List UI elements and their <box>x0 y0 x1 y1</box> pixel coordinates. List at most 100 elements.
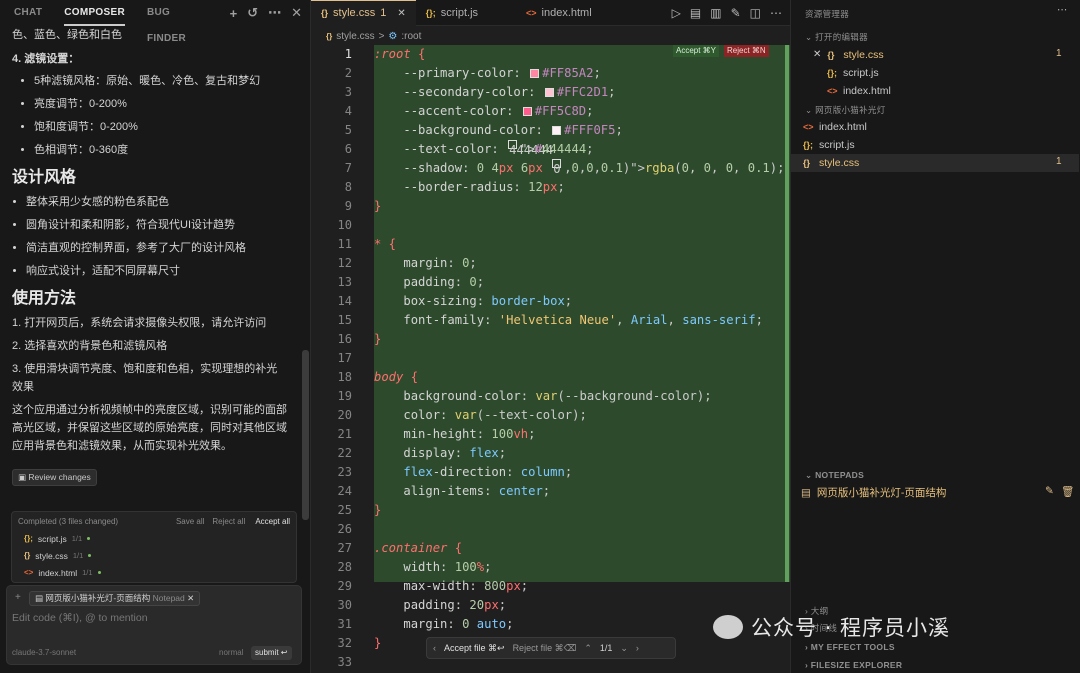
submit-button[interactable]: submit ↩ <box>251 646 292 660</box>
css-file-icon: {} <box>321 8 329 18</box>
more-icon[interactable]: ⋯ <box>1057 4 1068 16</box>
problem-count: 1 <box>380 7 387 19</box>
js-file-icon: {}; <box>827 68 838 78</box>
review-changes-button[interactable]: ▣ Review changes <box>12 469 97 486</box>
breadcrumb-file[interactable]: style.css <box>336 31 374 42</box>
review-changes-label: Review changes <box>28 472 91 482</box>
css-file-icon: {} <box>827 50 835 60</box>
preview-icon[interactable]: ▥ <box>710 6 721 20</box>
js-file-icon: {}; <box>803 140 814 150</box>
filesize-explorer-header[interactable]: › FILESIZE EXPLORER <box>805 660 902 670</box>
accept-all-button[interactable]: Accept all <box>255 517 290 526</box>
history-icon[interactable]: ↺ <box>247 5 258 21</box>
section-label: NOTEPADS <box>815 470 865 480</box>
input-placeholder[interactable]: Edit code (⌘I), @ to mention <box>12 612 148 624</box>
mode-selector[interactable]: normal <box>219 648 243 657</box>
tab-composer[interactable]: COMPOSER <box>64 0 125 26</box>
pager: 1/1 <box>599 643 613 653</box>
project-header[interactable]: ⌄ 网页版小猫补光灯 <box>805 104 886 116</box>
panel-tabs: CHAT COMPOSER BUG FINDER + ↺ ⋯ ✕ <box>0 0 310 44</box>
tab-index-html[interactable]: <> index.html <box>516 0 602 26</box>
open-editors-header[interactable]: ⌄ 打开的编辑器 <box>805 31 868 43</box>
tab-style-css[interactable]: {} style.css 1 ✕ <box>311 0 416 26</box>
run-icon[interactable]: ▷ <box>672 6 681 20</box>
file-name: script.js <box>843 67 879 79</box>
js-file-icon: {}; <box>425 7 436 18</box>
section-label: 打开的编辑器 <box>815 32 868 42</box>
open-editor-item[interactable]: <> index.html <box>827 82 891 100</box>
effect-tools-header[interactable]: › MY EFFECT TOOLS <box>805 642 895 652</box>
save-all-button[interactable]: Save all <box>176 517 204 526</box>
model-selector[interactable]: claude-3.7-sonnet <box>12 648 76 657</box>
file-tree-item[interactable]: <> index.html <box>803 118 867 136</box>
file-name: index.html <box>819 121 867 133</box>
css-file-icon: {} <box>326 31 333 41</box>
open-editor-item[interactable]: {}; script.js <box>827 64 879 82</box>
watermark: 公众号 · 程序员小溪 <box>713 612 950 642</box>
change-count: 1/1 <box>82 568 93 577</box>
edit-icon[interactable]: ✎ <box>731 6 741 20</box>
html-file-icon: <> <box>24 568 34 577</box>
chevron-down-icon[interactable]: ⌄ <box>620 643 628 654</box>
composer-input[interactable]: + ▤ 网页版小猫补光灯-页面结构 Notepad ✕ Edit code (⌘… <box>6 585 302 665</box>
add-context-icon[interactable]: + <box>15 592 21 603</box>
changed-file-row[interactable]: <> index.html 1/1 <box>12 564 296 581</box>
file-tree-item-selected[interactable]: {} style.css <box>791 154 1079 172</box>
changed-file-row[interactable]: {} style.css 1/1 <box>12 547 296 564</box>
file-tree-item[interactable]: {}; script.js <box>803 136 855 154</box>
tab-bug-finder[interactable]: BUG FINDER <box>147 0 208 44</box>
layout-icon[interactable]: ▤ <box>690 6 701 20</box>
design-heading: 设计风格 <box>12 169 77 186</box>
editor-tabs: {} style.css 1 ✕ {}; script.js <> index.… <box>311 0 790 26</box>
tab-label: script.js <box>440 6 479 19</box>
list-item: 响应式设计，适配不同屏幕尺寸 <box>26 262 288 280</box>
chip-type: Notepad <box>152 593 185 603</box>
section-label: FILESIZE EXPLORER <box>810 660 903 670</box>
html-file-icon: <> <box>526 7 537 18</box>
breadcrumb: {} style.css > ⚙ :root <box>311 26 790 46</box>
changes-summary: Completed (3 files changed) Save all Rej… <box>11 511 297 583</box>
tab-script-js[interactable]: {}; script.js <box>416 0 516 26</box>
breadcrumb-symbol[interactable]: :root <box>401 31 421 42</box>
close-icon[interactable]: ✕ <box>187 593 194 603</box>
edit-icon[interactable]: ✎ <box>1045 485 1054 497</box>
notepad-name: 网页版小猫补光灯-页面结构 <box>816 487 947 499</box>
notepads-header[interactable]: ⌄ NOTEPADS <box>805 470 864 481</box>
breadcrumb-separator: > <box>378 30 385 42</box>
status-dot <box>97 571 101 574</box>
accept-file-button[interactable]: Accept file ⌘↩ <box>444 643 505 654</box>
open-editor-item[interactable]: ✕ {} style.css <box>813 46 884 64</box>
notepad-item[interactable]: ▤ 网页版小猫补光灯-页面结构 <box>801 484 946 502</box>
reject-file-button[interactable]: Reject file ⌘⌫ <box>513 643 577 654</box>
file-name: script.js <box>37 533 67 544</box>
prev-icon[interactable]: ‹ <box>433 643 436 653</box>
context-chip[interactable]: ▤ 网页版小猫补光灯-页面结构 Notepad ✕ <box>29 591 201 606</box>
next-icon[interactable]: › <box>636 643 639 653</box>
status-dot <box>87 537 91 540</box>
scrollbar[interactable] <box>302 350 309 520</box>
trash-icon[interactable]: 🗑 <box>1061 485 1074 498</box>
file-name: style.css <box>819 157 860 169</box>
file-name: index.html <box>38 567 78 578</box>
selector-icon: ⚙ <box>388 30 398 42</box>
reject-all-button[interactable]: Reject all <box>212 517 245 526</box>
more-icon[interactable]: ⋯ <box>268 5 281 21</box>
new-chat-icon[interactable]: + <box>230 6 238 21</box>
filter-heading: 4. 滤镜设置： <box>12 53 80 65</box>
more-icon[interactable]: ⋯ <box>770 6 782 20</box>
close-icon[interactable]: ✕ <box>291 5 302 21</box>
list-item: 色相调节：0-360度 <box>34 141 288 159</box>
change-count: 1/1 <box>71 534 83 543</box>
diff-review-bar: ‹ Accept file ⌘↩ Reject file ⌘⌫ ⌃ 1/1 ⌄ … <box>426 637 676 659</box>
notepad-icon: ▤ <box>801 487 811 499</box>
wechat-icon <box>713 615 743 639</box>
status-text: Completed (3 files changed) <box>18 516 119 526</box>
changed-file-row[interactable]: {}; script.js 1/1 <box>12 530 296 547</box>
chevron-up-icon[interactable]: ⌃ <box>584 643 592 654</box>
split-editor-icon[interactable]: ◫ <box>750 6 761 20</box>
file-name: style.css <box>35 550 68 561</box>
close-icon[interactable]: ✕ <box>397 8 405 19</box>
tab-chat[interactable]: CHAT <box>14 0 42 26</box>
close-icon[interactable]: ✕ <box>813 46 821 64</box>
js-file-icon: {}; <box>24 534 33 543</box>
